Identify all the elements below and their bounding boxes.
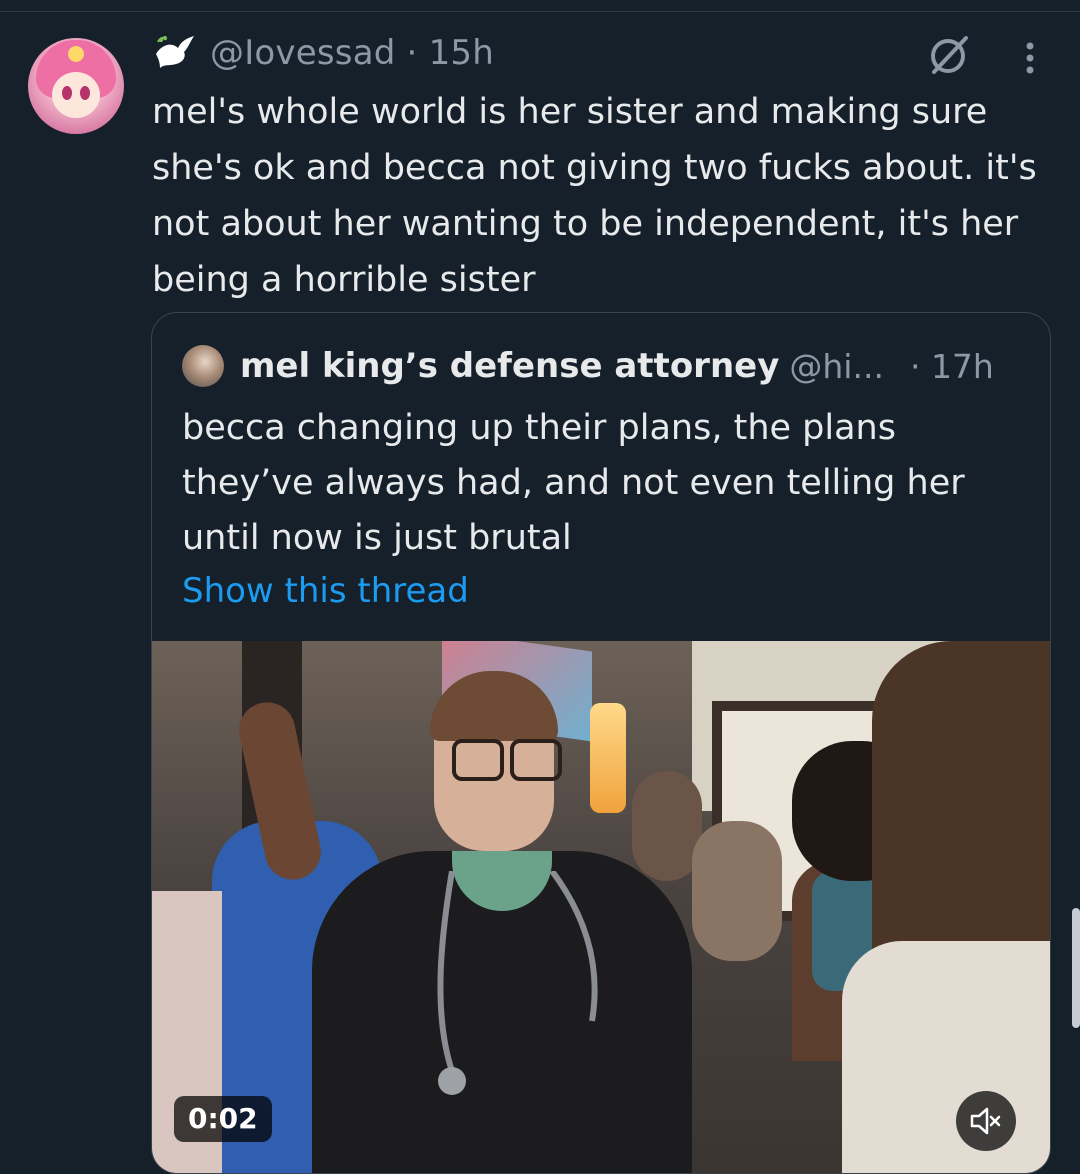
avatar-face	[52, 72, 100, 118]
top-divider	[0, 11, 1080, 12]
quoted-time-value[interactable]: 17h	[931, 347, 994, 386]
tweet-time[interactable]: 15h	[429, 33, 494, 73]
quoted-tweet-header: mel king’s defense attorney @hi... · 17h	[182, 343, 994, 389]
avatar-ornament	[68, 46, 84, 62]
avatar-eye	[62, 86, 72, 100]
quoted-tweet-card[interactable]: mel king’s defense attorney @hi... · 17h…	[151, 312, 1051, 1174]
author-handle[interactable]: @Iovessad	[210, 33, 396, 73]
more-icon[interactable]	[1020, 38, 1040, 78]
video-scene-lamp	[590, 703, 626, 813]
avatar-eye	[80, 86, 90, 100]
quoted-tweet-text: becca changing up their plans, the plans…	[182, 408, 965, 558]
tweet-text: mel's whole world is her sister and maki…	[152, 92, 1037, 300]
author-avatar[interactable]	[28, 38, 124, 134]
video-scene-glasses	[452, 739, 504, 781]
video-scene-foreground-shirt	[842, 941, 1050, 1173]
quoted-tweet-time: · 17h	[910, 347, 994, 386]
video-timestamp: 0:02	[174, 1096, 272, 1142]
scrollbar-thumb[interactable]	[1072, 908, 1080, 1028]
meta-separator: ·	[406, 33, 418, 73]
meta-separator: ·	[909, 346, 921, 386]
quoted-author-handle[interactable]: @hi...	[789, 347, 884, 386]
mute-button[interactable]	[956, 1091, 1016, 1151]
volume-muted-icon	[970, 1107, 1001, 1135]
show-thread-link[interactable]: Show this thread	[182, 571, 469, 611]
video-scene-person	[692, 821, 782, 961]
dove-icon	[156, 36, 194, 68]
quoted-author-avatar[interactable]	[182, 345, 224, 387]
quoted-author-name[interactable]: mel king’s defense attorney	[240, 346, 779, 386]
tweet-meta: @Iovessad · 15h	[210, 33, 494, 73]
video-player[interactable]: 0:02	[152, 641, 1050, 1173]
tweet-header: @Iovessad · 15h	[152, 28, 494, 78]
video-scene-stethoscope	[437, 871, 598, 1095]
video-scene-glasses	[510, 739, 562, 781]
grok-icon[interactable]	[926, 32, 972, 78]
